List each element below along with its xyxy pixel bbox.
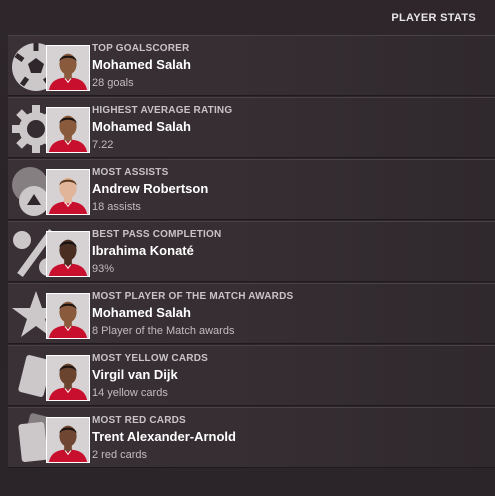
stat-row-most-assists[interactable]: MOST ASSISTS Andrew Robertson 18 assists bbox=[8, 159, 495, 220]
stat-row-yellow-cards[interactable]: MOST YELLOW CARDS Virgil van Dijk 14 yel… bbox=[8, 345, 495, 406]
stat-value: 93% bbox=[92, 263, 115, 275]
stat-row-best-pass-completion[interactable]: BEST PASS COMPLETION Ibrahima Konaté 93% bbox=[8, 221, 495, 282]
stat-value: 7.22 bbox=[92, 139, 114, 151]
stat-value: 14 yellow cards bbox=[92, 387, 168, 399]
player-photo bbox=[46, 107, 90, 153]
player-photo bbox=[46, 45, 90, 91]
stat-category: HIGHEST AVERAGE RATING bbox=[92, 105, 233, 116]
stat-value: 2 red cards bbox=[92, 449, 148, 461]
stat-value: 28 goals bbox=[92, 77, 134, 89]
player-stats-panel: PLAYER STATS TOP GOALSCORER Mohamed Sala… bbox=[0, 0, 495, 496]
stat-row-red-cards[interactable]: MOST RED CARDS Trent Alexander-Arnold 2 … bbox=[8, 407, 495, 468]
player-name: Trent Alexander-Arnold bbox=[92, 429, 236, 444]
panel-header: PLAYER STATS bbox=[0, 0, 495, 35]
player-name: Mohamed Salah bbox=[92, 119, 191, 134]
player-photo bbox=[46, 293, 90, 339]
player-photo bbox=[46, 417, 90, 463]
player-name: Andrew Robertson bbox=[92, 181, 209, 196]
stat-value: 18 assists bbox=[92, 201, 141, 213]
player-name: Virgil van Dijk bbox=[92, 367, 178, 382]
stat-row-top-goalscorer[interactable]: TOP GOALSCORER Mohamed Salah 28 goals bbox=[8, 35, 495, 96]
player-photo bbox=[46, 231, 90, 277]
stat-category: TOP GOALSCORER bbox=[92, 43, 190, 54]
player-photo bbox=[46, 355, 90, 401]
player-name: Mohamed Salah bbox=[92, 57, 191, 72]
player-photo bbox=[46, 169, 90, 215]
stat-category: MOST PLAYER OF THE MATCH AWARDS bbox=[92, 291, 294, 302]
player-name: Mohamed Salah bbox=[92, 305, 191, 320]
stat-category: BEST PASS COMPLETION bbox=[92, 229, 222, 240]
stat-category: MOST YELLOW CARDS bbox=[92, 353, 208, 364]
panel-title: PLAYER STATS bbox=[391, 11, 476, 24]
stat-value: 8 Player of the Match awards bbox=[92, 325, 235, 337]
stat-category: MOST RED CARDS bbox=[92, 415, 186, 426]
stat-row-player-of-the-match[interactable]: MOST PLAYER OF THE MATCH AWARDS Mohamed … bbox=[8, 283, 495, 344]
stat-row-highest-average-rating[interactable]: HIGHEST AVERAGE RATING Mohamed Salah 7.2… bbox=[8, 97, 495, 158]
player-name: Ibrahima Konaté bbox=[92, 243, 194, 258]
stat-category: MOST ASSISTS bbox=[92, 167, 169, 178]
